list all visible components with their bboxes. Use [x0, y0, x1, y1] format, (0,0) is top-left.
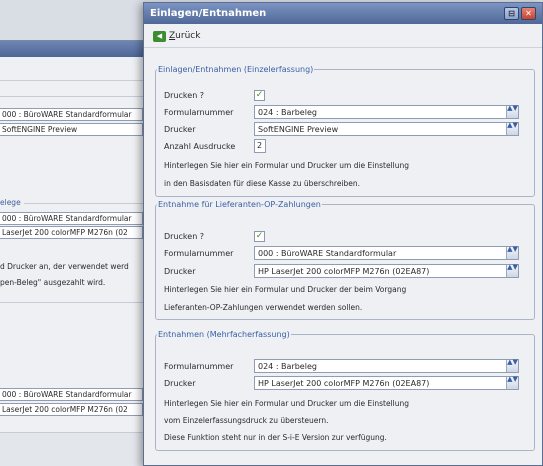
hint-text: in den Basisdaten für diese Kasse zu übe…	[164, 179, 361, 188]
hint-text: Hinterlegen Sie hier ein Formular und Dr…	[164, 285, 407, 294]
back-button-label: Zurück	[169, 31, 201, 41]
form-label: Formularnummer	[164, 361, 234, 371]
dropdown-arrow-icon[interactable]: ▲▼	[506, 122, 518, 135]
copies-row: Anzahl Ausdrucke 2	[164, 139, 266, 153]
background-printer-field[interactable]: SoftENGINE Preview	[0, 123, 143, 136]
printer-select[interactable]: SoftENGINE Preview ▲▼	[254, 122, 519, 136]
hint-text: Lieferanten-OP-Zahlungen verwendet werde…	[164, 303, 363, 312]
print-row: Drucken ? ✓	[164, 229, 265, 243]
background-form-field[interactable]: 000 : BüroWARE Standardformular	[0, 388, 143, 401]
background-printer-field[interactable]: LaserJet 200 colorMFP M276n (02	[0, 226, 143, 239]
hint-text: Hinterlegen Sie hier ein Formular und Dr…	[164, 399, 410, 408]
form-select-value: 024 : Barbeleg	[258, 107, 317, 117]
printer-select-value: HP LaserJet 200 colorMFP M276n (02EA87)	[258, 266, 430, 276]
group-mehrfacherfassung: Entnahmen (Mehrfacherfassung) Formularnu…	[155, 330, 535, 451]
print-checkbox[interactable]: ✓	[254, 230, 265, 242]
check-icon: ✓	[255, 89, 264, 100]
divider	[0, 302, 143, 303]
divider	[0, 96, 143, 97]
check-icon: ✓	[255, 230, 264, 241]
printer-select-value: HP LaserJet 200 colorMFP M276n (02EA87)	[258, 378, 430, 388]
dropdown-arrow-icon[interactable]: ▲▼	[506, 105, 518, 118]
window-controls: ⊟ ✕	[504, 7, 536, 20]
close-button[interactable]: ✕	[521, 7, 536, 20]
hint-text: vom Einzelerfassungsdruck zu übersteuern…	[164, 416, 329, 425]
printer-select-value: SoftENGINE Preview	[258, 124, 339, 134]
print-label: Drucken ?	[164, 90, 205, 100]
print-label: Drucken ?	[164, 231, 205, 241]
toolbar: ◀ Zurück	[144, 24, 542, 48]
form-select[interactable]: 024 : Barbeleg ▲▼	[254, 359, 519, 373]
form-row: Formularnummer 024 : Barbeleg ▲▼	[164, 359, 519, 373]
printer-label: Drucker	[164, 378, 196, 388]
group-legend: Entnahmen (Mehrfacherfassung)	[158, 330, 290, 339]
form-row: Formularnummer 024 : Barbeleg ▲▼	[164, 105, 519, 119]
form-select[interactable]: 000 : BüroWARE Standardformular ▲▼	[254, 246, 519, 260]
printer-label: Drucker	[164, 266, 196, 276]
background-printer-field[interactable]: LaserJet 200 colorMFP M276n (02	[0, 403, 143, 416]
print-checkbox[interactable]: ✓	[254, 89, 265, 101]
printer-select[interactable]: HP LaserJet 200 colorMFP M276n (02EA87) …	[254, 264, 519, 278]
background-hint-text: d Drucker an, der verwendet werd	[0, 262, 129, 271]
einlagen-entnahmen-dialog: Einlagen/Entnahmen ⊟ ✕ ◀ Zurück Einlagen…	[143, 2, 543, 466]
divider	[24, 203, 143, 204]
form-select-value: 024 : Barbeleg	[258, 361, 317, 371]
printer-label: Drucker	[164, 124, 196, 134]
form-label: Formularnummer	[164, 248, 234, 258]
hint-text: Diese Funktion steht nur in der S-i-E Ve…	[164, 433, 387, 442]
dropdown-arrow-icon[interactable]: ▲▼	[506, 359, 518, 372]
printer-row: Drucker SoftENGINE Preview ▲▼	[164, 122, 519, 136]
dropdown-arrow-icon[interactable]: ▲▼	[506, 246, 518, 259]
printer-select[interactable]: HP LaserJet 200 colorMFP M276n (02EA87) …	[254, 376, 519, 390]
print-row: Drucken ? ✓	[164, 88, 265, 102]
dropdown-arrow-icon[interactable]: ▲▼	[506, 264, 518, 277]
back-arrow-icon: ◀	[153, 30, 166, 42]
back-button[interactable]: ◀ Zurück	[150, 28, 203, 44]
form-select[interactable]: 024 : Barbeleg ▲▼	[254, 105, 519, 119]
dialog-titlebar: Einlagen/Entnahmen ⊟ ✕	[144, 3, 542, 24]
minimize-button[interactable]: ⊟	[504, 7, 519, 20]
group-legend: Einlagen/Entnahmen (Einzelerfassung)	[158, 65, 314, 74]
background-hint-text: pen-Beleg" ausgezahlt wird.	[0, 278, 106, 287]
hint-text: Hinterlegen Sie hier ein Formular und Dr…	[164, 161, 410, 170]
form-select-value: 000 : BüroWARE Standardformular	[258, 248, 397, 258]
form-label: Formularnummer	[164, 107, 234, 117]
copies-label: Anzahl Ausdrucke	[164, 141, 236, 151]
background-form-field[interactable]: 000 : BüroWARE Standardformular	[0, 108, 143, 121]
group-einzelerfassung: Einlagen/Entnahmen (Einzelerfassung) Dru…	[155, 65, 535, 197]
background-form-field[interactable]: 000 : BüroWARE Standardformular	[0, 212, 143, 225]
group-lieferanten-op: Entnahme für Lieferanten-OP-Zahlungen Dr…	[155, 200, 535, 320]
copies-input[interactable]: 2	[254, 139, 266, 153]
background-section-label: elege	[0, 198, 21, 207]
printer-row: Drucker HP LaserJet 200 colorMFP M276n (…	[164, 376, 519, 390]
group-legend: Entnahme für Lieferanten-OP-Zahlungen	[158, 200, 321, 209]
form-row: Formularnummer 000 : BüroWARE Standardfo…	[164, 246, 519, 260]
dialog-title: Einlagen/Entnahmen	[150, 8, 267, 19]
dropdown-arrow-icon[interactable]: ▲▼	[506, 376, 518, 389]
printer-row: Drucker HP LaserJet 200 colorMFP M276n (…	[164, 264, 519, 278]
